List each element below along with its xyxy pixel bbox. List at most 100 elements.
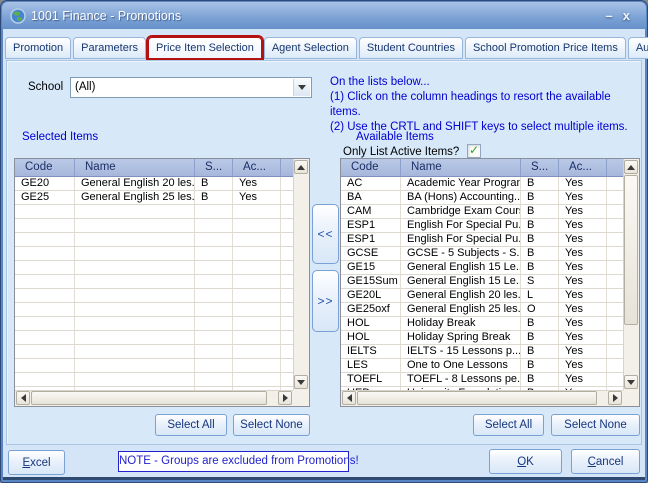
only-list-active-items-checkbox[interactable]: ✓ — [467, 144, 481, 158]
school-select[interactable]: (All) — [70, 77, 312, 98]
cell: Holiday Spring Break — [401, 331, 521, 344]
table-row-empty — [15, 373, 293, 387]
table-row[interactable]: BABA (Hons) Accounting...BYes — [341, 191, 623, 205]
column-header-code[interactable]: Code — [341, 159, 401, 176]
cell — [195, 317, 233, 330]
tab-school-promotion-price-items[interactable]: School Promotion Price Items — [465, 37, 626, 59]
selected-items-rows: GE20General English 20 les...BYesGE25Gen… — [15, 177, 293, 390]
cell — [195, 261, 233, 274]
table-row[interactable]: GE20General English 20 les...BYes — [15, 177, 293, 191]
cell: Yes — [559, 233, 607, 246]
table-row[interactable]: HOLHoliday Spring BreakBYes — [341, 331, 623, 345]
cell: BA — [341, 191, 401, 204]
cell — [233, 373, 281, 386]
table-row[interactable]: ESP1English For Special Pu...BYes — [341, 233, 623, 247]
column-header-s[interactable]: S... — [521, 159, 559, 176]
cell — [195, 303, 233, 316]
cell: English For Special Pu... — [401, 219, 521, 232]
table-row[interactable]: GE25General English 25 les...BYes — [15, 191, 293, 205]
column-header-name[interactable]: Name — [75, 159, 195, 176]
column-header-filler — [607, 159, 623, 176]
table-row[interactable]: GCSEGCSE - 5 Subjects - S...BYes — [341, 247, 623, 261]
cell — [233, 303, 281, 316]
cell: BA (Hons) Accounting... — [401, 191, 521, 204]
scroll-up-icon[interactable] — [624, 160, 638, 174]
selected-items-list[interactable]: Code Name S... Ac... GE20General English… — [14, 158, 310, 407]
cell — [195, 289, 233, 302]
cell-filler — [281, 289, 293, 302]
cell: B — [521, 247, 559, 260]
move-to-selected-button[interactable]: << — [312, 204, 339, 264]
excel-button[interactable]: Excel — [8, 450, 65, 475]
available-select-none-button[interactable]: Select None — [551, 414, 640, 436]
cell: Yes — [559, 261, 607, 274]
cell — [75, 289, 195, 302]
scroll-left-icon[interactable] — [16, 391, 30, 405]
table-row[interactable]: GE25oxfGeneral English 25 les...OYes — [341, 303, 623, 317]
cell — [75, 373, 195, 386]
table-row[interactable]: TOEFLTOEFL - 8 Lessons pe...BYes — [341, 373, 623, 387]
available-select-all-button[interactable]: Select All — [473, 414, 544, 436]
cancel-button[interactable]: Cancel — [571, 449, 640, 474]
cell: Yes — [559, 275, 607, 288]
available-items-list[interactable]: Code Name S... Ac... ACAcademic Year Pro… — [340, 158, 640, 407]
scroll-down-icon[interactable] — [624, 375, 638, 389]
tab-price-item-selection[interactable]: Price Item Selection — [148, 37, 262, 59]
dropdown-arrow-icon[interactable] — [293, 79, 310, 96]
table-row[interactable]: ACAcademic Year ProgramBYes — [341, 177, 623, 191]
table-row[interactable]: HOLHoliday BreakBYes — [341, 317, 623, 331]
table-row-empty — [15, 331, 293, 345]
cell: GE25 — [15, 191, 75, 204]
tab-audit[interactable]: Audit — [628, 37, 648, 59]
cell-filler — [607, 233, 623, 246]
ok-button[interactable]: OK — [489, 449, 562, 474]
table-row[interactable]: LESOne to One LessonsBYes — [341, 359, 623, 373]
table-row[interactable]: GE15General English 15 Le...BYes — [341, 261, 623, 275]
cell — [75, 331, 195, 344]
scroll-down-icon[interactable] — [294, 375, 308, 389]
table-row[interactable]: IELTSIELTS - 15 Lessons p...BYes — [341, 345, 623, 359]
table-row[interactable]: ESP1English For Special Pu...BYes — [341, 219, 623, 233]
instructions-text: On the lists below... (1) Click on the c… — [330, 75, 632, 135]
move-to-available-button[interactable]: >> — [312, 270, 339, 332]
table-row[interactable]: GE15SumGeneral English 15 Le...SYes — [341, 275, 623, 289]
table-row[interactable]: GE20LGeneral English 20 les...LYes — [341, 289, 623, 303]
column-header-s[interactable]: S... — [195, 159, 233, 176]
cell — [195, 359, 233, 372]
move-left-icon: << — [317, 227, 333, 241]
cell-filler — [607, 359, 623, 372]
scroll-right-icon[interactable] — [278, 391, 292, 405]
vertical-scroll-thumb[interactable] — [624, 175, 638, 325]
cell-filler — [281, 359, 293, 372]
column-header-filler — [281, 159, 293, 176]
tab-agent-selection[interactable]: Agent Selection — [264, 37, 357, 59]
column-header-ac[interactable]: Ac... — [559, 159, 607, 176]
selected-select-all-button[interactable]: Select All — [155, 414, 227, 436]
horizontal-scroll-thumb[interactable] — [357, 391, 597, 405]
horizontal-scroll-thumb[interactable] — [31, 391, 267, 405]
column-header-name[interactable]: Name — [401, 159, 521, 176]
scroll-up-icon[interactable] — [294, 160, 308, 174]
cell: CAM — [341, 205, 401, 218]
column-header-code[interactable]: Code — [15, 159, 75, 176]
cell — [233, 317, 281, 330]
selected-select-none-button[interactable]: Select None — [233, 414, 310, 436]
scroll-left-icon[interactable] — [342, 391, 356, 405]
table-row-empty — [15, 233, 293, 247]
cell: B — [521, 359, 559, 372]
vertical-scrollbar — [293, 159, 309, 390]
tab-promotion[interactable]: Promotion — [5, 37, 71, 59]
tab-student-countries[interactable]: Student Countries — [359, 37, 463, 59]
minimize-button[interactable]: – — [606, 8, 613, 24]
table-row[interactable]: CAMCambridge Exam CourseBYes — [341, 205, 623, 219]
cell: HOL — [341, 331, 401, 344]
cell: ESP1 — [341, 219, 401, 232]
close-button[interactable]: x — [623, 8, 630, 24]
column-header-ac[interactable]: Ac... — [233, 159, 281, 176]
scroll-right-icon[interactable] — [608, 391, 622, 405]
tab-parameters[interactable]: Parameters — [73, 37, 146, 59]
cell: General English 15 Le... — [401, 261, 521, 274]
move-right-icon: >> — [317, 294, 333, 308]
cell: HOL — [341, 317, 401, 330]
horizontal-scrollbar — [341, 390, 623, 406]
